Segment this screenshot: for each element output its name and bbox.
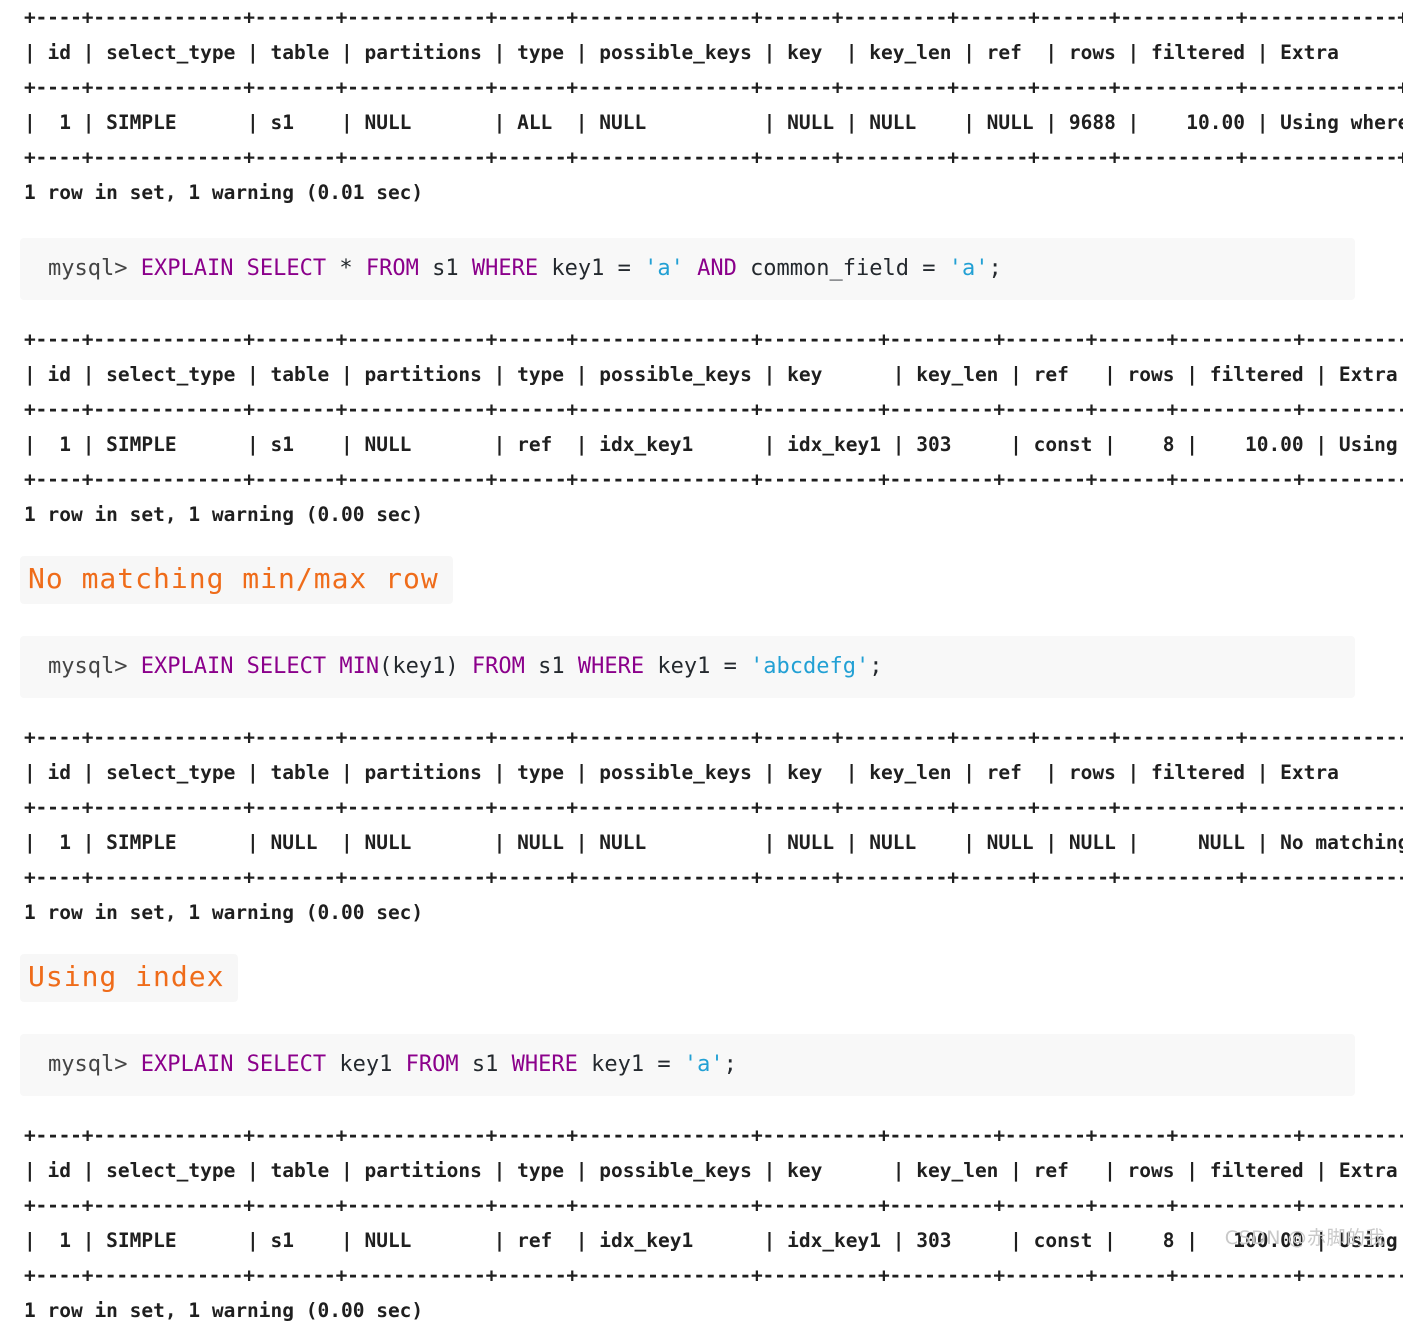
sql-token-kw: EXPLAIN SELECT	[140, 256, 340, 281]
sql-token-plain: common_field =	[750, 256, 949, 281]
table-row: | 1 | SIMPLE | s1 | NULL | ref | idx_key…	[24, 1229, 1403, 1252]
sql-token-prompt: mysql>	[48, 256, 141, 281]
sql-token-prompt: mysql>	[48, 1052, 141, 1077]
sql-token-kw: WHERE	[577, 654, 658, 679]
table-rule: +----+-------------+-------+------------…	[24, 468, 1403, 491]
sql-command-3[interactable]: mysql> EXPLAIN SELECT key1 FROM s1 WHERE…	[20, 1034, 1355, 1096]
table-header-row: | id | select_type | table | partitions …	[24, 1159, 1403, 1182]
sql-token-kw: WHERE	[511, 1052, 592, 1077]
table-rule: +----+-------------+-------+------------…	[24, 76, 1403, 99]
sql-token-plain: key1 =	[657, 654, 751, 679]
result-status-line: 1 row in set, 1 warning (0.01 sec)	[24, 181, 424, 204]
explain-output-3: +----+-------------+-------+------------…	[0, 720, 1403, 930]
mysql-explain-article: +----+-------------+-------+------------…	[0, 0, 1403, 1322]
table-rule: +----+-------------+-------+------------…	[24, 726, 1403, 749]
sql-token-plain: s1	[432, 256, 472, 281]
sql-command-2[interactable]: mysql> EXPLAIN SELECT MIN(key1) FROM s1 …	[20, 636, 1355, 698]
table-header-row: | id | select_type | table | partitions …	[24, 761, 1339, 784]
heading-row: Using index	[0, 936, 1403, 1012]
table-header-row: | id | select_type | table | partitions …	[24, 41, 1403, 64]
explain-output-4: +----+-------------+-------+------------…	[0, 1118, 1403, 1328]
heading-row: No matching min/max row	[0, 538, 1403, 614]
table-rule: +----+-------------+-------+------------…	[24, 328, 1403, 351]
table-row: | 1 | SIMPLE | s1 | NULL | ALL | NULL | …	[24, 111, 1403, 134]
sql-token-plain: ;	[869, 654, 883, 679]
sql-token-plain: s1	[471, 1052, 512, 1077]
sql-token-kw: WHERE	[471, 256, 552, 281]
sql-token-plain: *	[339, 256, 366, 281]
table-row: | 1 | SIMPLE | s1 | NULL | ref | idx_key…	[24, 433, 1403, 456]
sql-token-str: 'a'	[644, 256, 698, 281]
table-rule: +----+-------------+-------+------------…	[24, 1194, 1403, 1217]
sql-token-kw: MIN	[339, 654, 380, 679]
sql-token-kw: FROM	[471, 654, 539, 679]
sql-token-kw: FROM	[365, 256, 433, 281]
sql-token-plain: ;	[723, 1052, 737, 1077]
content-root: +----+-------------+-------+------------…	[0, 0, 1403, 1334]
table-rule: +----+-------------+-------+------------…	[24, 146, 1403, 169]
table-rule: +----+-------------+-------+------------…	[24, 398, 1403, 421]
table-rule: +----+-------------+-------+------------…	[24, 6, 1403, 29]
section-heading-no-matching: No matching min/max row	[20, 556, 453, 604]
sql-token-str: 'abcdefg'	[750, 654, 870, 679]
table-row: | 1 | SIMPLE | NULL | NULL | NULL | NULL…	[24, 831, 1403, 854]
section-heading-using-index: Using index	[20, 954, 239, 1002]
sql-token-plain: key1 =	[551, 256, 645, 281]
table-rule: +----+-------------+-------+------------…	[24, 1124, 1403, 1147]
sql-token-plain: key1	[339, 1052, 406, 1077]
result-status-line: 1 row in set, 1 warning (0.00 sec)	[24, 503, 424, 526]
result-status-line: 1 row in set, 1 warning (0.00 sec)	[24, 901, 424, 924]
result-status-line: 1 row in set, 1 warning (0.00 sec)	[24, 1299, 424, 1322]
sql-token-plain: ;	[988, 256, 1002, 281]
table-rule: +----+-------------+-------+------------…	[24, 1264, 1403, 1287]
sql-token-str: 'a'	[683, 1052, 724, 1077]
sql-token-kw: FROM	[405, 1052, 472, 1077]
table-header-row: | id | select_type | table | partitions …	[24, 363, 1403, 386]
sql-command-1[interactable]: mysql> EXPLAIN SELECT * FROM s1 WHERE ke…	[20, 238, 1355, 300]
sql-token-kw: EXPLAIN SELECT	[140, 1052, 340, 1077]
csdn-watermark: CSDN @赤脚的我	[1224, 1227, 1385, 1249]
sql-token-kw: AND	[697, 256, 751, 281]
sql-token-plain: key1 =	[591, 1052, 684, 1077]
sql-token-prompt: mysql>	[48, 654, 141, 679]
table-rule: +----+-------------+-------+------------…	[24, 796, 1403, 819]
table-rule: +----+-------------+-------+------------…	[24, 866, 1403, 889]
sql-token-kw: EXPLAIN SELECT	[140, 654, 340, 679]
explain-output-2: +----+-------------+-------+------------…	[0, 322, 1403, 532]
sql-token-str: 'a'	[948, 256, 989, 281]
sql-token-plain: s1	[538, 654, 578, 679]
sql-token-plain: (key1)	[379, 654, 472, 679]
explain-output-1: +----+-------------+-------+------------…	[0, 0, 1403, 210]
